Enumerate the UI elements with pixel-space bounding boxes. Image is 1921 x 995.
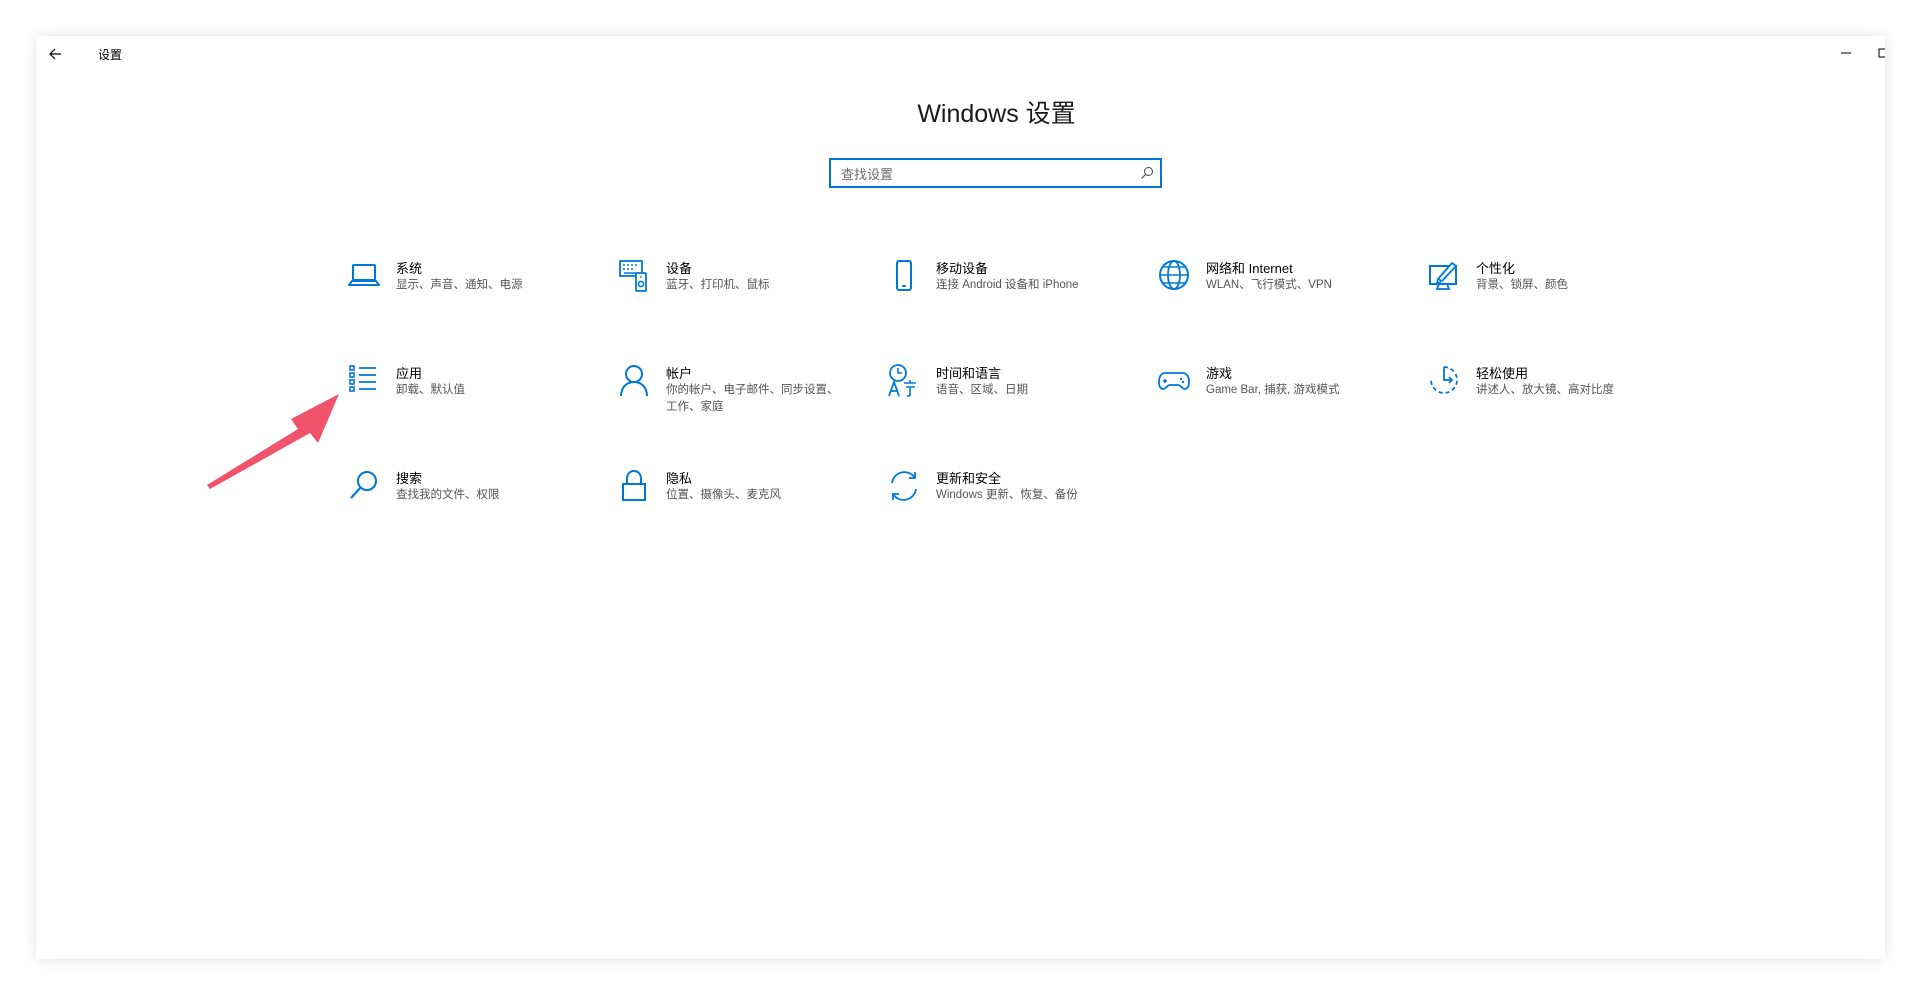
tile-title: 设备: [666, 261, 693, 276]
search-box[interactable]: [829, 158, 1162, 188]
tile-description: Game Bar, 捕获, 游戏模式: [1206, 384, 1340, 396]
lock-icon: [622, 469, 646, 501]
tile-title: 游戏: [1206, 366, 1233, 381]
title-bar: 设置: [36, 36, 1885, 70]
annotation-arrow-icon: [207, 394, 339, 489]
tile-search[interactable]: 搜索 查找我的文件、权限: [346, 468, 596, 528]
tile-title: 系统: [396, 261, 423, 276]
tile-description: 查找我的文件、权限: [396, 489, 500, 501]
maximize-button[interactable]: [1876, 46, 1885, 60]
tile-privacy[interactable]: 隐私 位置、摄像头、麦克风: [616, 468, 866, 528]
tile-title: 移动设备: [936, 261, 989, 276]
tile-description: 连接 Android 设备和 iPhone: [936, 279, 1079, 291]
tile-description: 位置、摄像头、麦克风: [666, 489, 781, 501]
tile-gaming[interactable]: 游戏 Game Bar, 捕获, 游戏模式: [1156, 363, 1406, 423]
settings-window: 设置 Windows 设置 系统 显示、声音、通知、电源: [36, 36, 1885, 959]
tile-description: 你的帐户、电子邮件、同步设置、工作、家庭: [666, 384, 839, 413]
tile-update-security[interactable]: 更新和安全 Windows 更新、恢复、备份: [886, 468, 1136, 528]
person-icon: [620, 365, 648, 397]
tile-title: 时间和语言: [936, 366, 1002, 381]
back-arrow-icon: [49, 48, 61, 60]
window-title: 设置: [98, 48, 123, 62]
minimize-icon: [1841, 52, 1851, 54]
tile-title: 应用: [396, 366, 423, 381]
laptop-icon: [348, 264, 380, 286]
tile-title: 隐私: [666, 471, 693, 486]
tile-accounts[interactable]: 帐户 你的帐户、电子邮件、同步设置、工作、家庭: [616, 363, 866, 423]
search-magnifier-icon: [350, 471, 377, 499]
tile-time-language[interactable]: 时间和语言 语音、区域、日期: [886, 363, 1136, 423]
minimize-button[interactable]: [1836, 42, 1856, 62]
tile-description: 语音、区域、日期: [936, 384, 1028, 396]
back-button[interactable]: [46, 44, 66, 64]
tile-system[interactable]: 系统 显示、声音、通知、电源: [346, 258, 596, 318]
tile-mobile-devices[interactable]: 移动设备 连接 Android 设备和 iPhone: [886, 258, 1136, 318]
ease-of-access-icon: [1430, 366, 1458, 394]
tile-apps[interactable]: 应用 卸载、默认值: [346, 363, 596, 423]
tile-network[interactable]: 网络和 Internet WLAN、飞行模式、VPN: [1156, 258, 1406, 318]
tile-personalization[interactable]: 个性化 背景、锁屏、颜色: [1426, 258, 1676, 318]
tile-devices[interactable]: 设备 蓝牙、打印机、鼠标: [616, 258, 866, 318]
gamepad-icon: [1158, 372, 1190, 390]
keyboard-icon: [619, 260, 647, 292]
tile-title: 轻松使用: [1476, 366, 1529, 381]
tile-title: 网络和 Internet: [1206, 261, 1293, 276]
time-language-icon: [888, 364, 916, 397]
tile-description: 显示、声音、通知、电源: [396, 279, 523, 291]
globe-icon: [1159, 260, 1189, 290]
tile-description: 卸载、默认值: [396, 384, 465, 396]
maximize-icon: [1878, 48, 1885, 58]
search-icon[interactable]: [1140, 166, 1154, 180]
tile-description: 蓝牙、打印机、鼠标: [666, 279, 770, 291]
page-title: Windows 设置: [917, 100, 1076, 128]
tile-ease-of-access[interactable]: 轻松使用 讲述人、放大镜、高对比度: [1426, 363, 1676, 423]
tile-title: 更新和安全: [936, 471, 1002, 486]
tile-description: WLAN、飞行模式、VPN: [1206, 279, 1332, 291]
paint-icon: [1429, 262, 1457, 290]
phone-icon: [896, 260, 912, 291]
apps-list-icon: [349, 365, 376, 392]
tile-title: 帐户: [666, 366, 693, 381]
search-input[interactable]: [839, 164, 1133, 184]
tile-title: 个性化: [1476, 261, 1516, 276]
update-icon: [891, 471, 917, 501]
tile-description: Windows 更新、恢复、备份: [936, 489, 1078, 501]
tile-title: 搜索: [396, 471, 423, 486]
tile-description: 背景、锁屏、颜色: [1476, 279, 1568, 291]
tile-description: 讲述人、放大镜、高对比度: [1476, 384, 1614, 396]
